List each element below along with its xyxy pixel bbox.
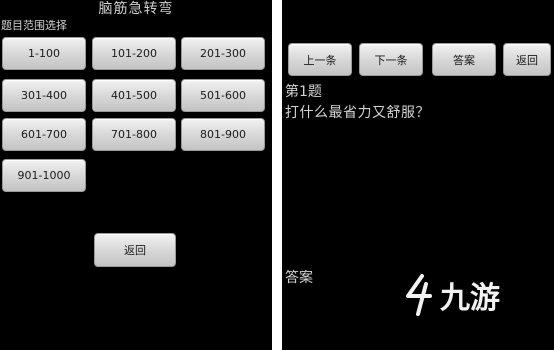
range-button-801-900[interactable]: 801-900 [181, 118, 265, 151]
app-title: 脑筋急转弯 [98, 1, 174, 17]
answer-heading: 答案 [285, 270, 313, 286]
previous-button[interactable]: 上一条 [288, 43, 352, 76]
watermark: 九游 [400, 270, 530, 320]
range-button-1-100[interactable]: 1-100 [2, 37, 86, 70]
answer-button[interactable]: 答案 [432, 43, 496, 76]
range-button-901-1000[interactable]: 901-1000 [2, 159, 86, 192]
range-button-701-800[interactable]: 701-800 [92, 118, 176, 151]
left-screen: 脑筋急转弯 题目范围选择 1-100 101-200 201-300 301-4… [0, 0, 272, 350]
question-number: 第1题 [285, 84, 322, 100]
range-button-301-400[interactable]: 301-400 [2, 79, 86, 112]
range-selection-label: 题目范围选择 [1, 19, 67, 32]
nine-game-logo-icon: 九游 [406, 274, 500, 316]
next-button[interactable]: 下一条 [359, 43, 423, 76]
range-button-401-500[interactable]: 401-500 [92, 79, 176, 112]
range-button-501-600[interactable]: 501-600 [181, 79, 265, 112]
question-text: 打什么最省力又舒服？ [285, 105, 430, 121]
range-button-201-300[interactable]: 201-300 [181, 37, 265, 70]
range-button-101-200[interactable]: 101-200 [92, 37, 176, 70]
watermark-text: 九游 [440, 281, 500, 316]
back-button[interactable]: 返回 [94, 233, 176, 267]
back-button[interactable]: 返回 [503, 43, 551, 76]
range-button-601-700[interactable]: 601-700 [2, 118, 86, 151]
